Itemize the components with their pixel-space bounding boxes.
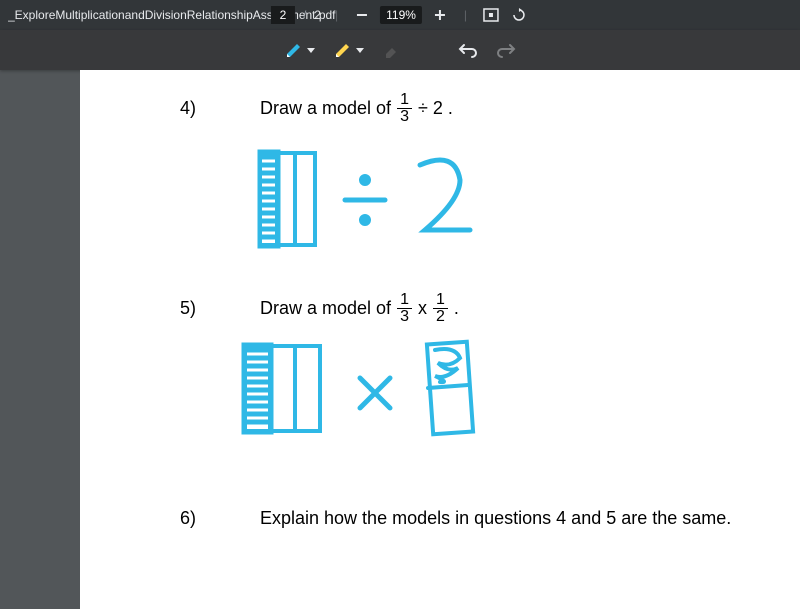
fraction-denominator: 3: [397, 109, 412, 125]
problem-6-text: Explain how the models in questions 4 an…: [260, 508, 731, 529]
zoom-level: 119%: [380, 6, 422, 24]
highlighter-icon: [333, 40, 353, 60]
fraction-1-3: 1 3: [397, 292, 412, 325]
problem-6-prompt: Explain how the models in questions 4 an…: [260, 508, 731, 529]
eraser-tool-button[interactable]: [382, 40, 402, 60]
problem-4-post: ÷ 2 .: [418, 98, 453, 119]
problem-5: 5): [180, 298, 220, 319]
problem-4-pre: Draw a model of: [260, 98, 391, 119]
pen-icon: [284, 40, 304, 60]
problem-5-end: .: [454, 298, 459, 319]
zoom-in-button[interactable]: [430, 5, 450, 25]
fraction-numerator: 1: [433, 292, 448, 309]
fraction-1-3: 1 3: [397, 92, 412, 125]
redo-icon: [496, 42, 516, 58]
pdf-page: 4) Draw a model of 1 3 ÷ 2 .: [80, 70, 800, 609]
page-number-input[interactable]: [271, 6, 295, 24]
page-separator: /: [303, 8, 306, 22]
problem-number: 4): [180, 98, 220, 119]
eraser-icon: [382, 40, 402, 60]
fraction-denominator: 2: [433, 309, 448, 325]
annotation-drawing-5: [240, 338, 520, 448]
highlighter-tool-button[interactable]: [333, 40, 364, 60]
chevron-down-icon: [356, 48, 364, 53]
toolbar-center-controls: / 2 | 119% |: [271, 5, 529, 25]
times-symbol: x: [418, 298, 427, 319]
problem-4-text: Draw a model of 1 3 ÷ 2 .: [260, 92, 453, 125]
zoom-out-button[interactable]: [352, 5, 372, 25]
problem-6: 6): [180, 508, 220, 529]
problem-5-text: Draw a model of 1 3 x 1 2 .: [260, 292, 459, 325]
pdf-top-toolbar: _ExploreMultiplicationandDivisionRelatio…: [0, 0, 800, 30]
undo-button[interactable]: [458, 42, 478, 58]
rotate-button[interactable]: [509, 5, 529, 25]
page-total: 2: [314, 8, 321, 22]
undo-icon: [458, 42, 478, 58]
redo-button[interactable]: [496, 42, 516, 58]
fraction-numerator: 1: [397, 92, 412, 109]
toolbar-divider: |: [464, 8, 467, 22]
fraction-denominator: 3: [397, 309, 412, 325]
fit-page-button[interactable]: [481, 5, 501, 25]
fraction-1-2: 1 2: [433, 292, 448, 325]
problem-5-pre: Draw a model of: [260, 298, 391, 319]
toolbar-divider: |: [335, 8, 338, 22]
chevron-down-icon: [307, 48, 315, 53]
document-viewport[interactable]: 4) Draw a model of 1 3 ÷ 2 .: [0, 70, 800, 609]
problem-4: 4): [180, 98, 220, 119]
annotation-drawing-4: [255, 145, 515, 255]
problem-number: 5): [180, 298, 220, 319]
fraction-numerator: 1: [397, 292, 412, 309]
annotation-toolbar: [0, 30, 800, 70]
problem-number: 6): [180, 508, 220, 529]
pen-tool-button[interactable]: [284, 40, 315, 60]
